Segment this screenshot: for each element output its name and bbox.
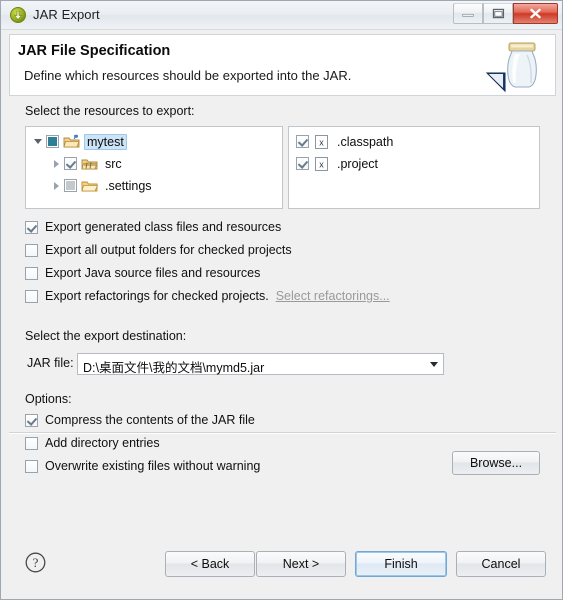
- jar-file-value: D:\桌面文件\我的文档\mymd5.jar: [83, 361, 265, 375]
- close-button[interactable]: [513, 3, 558, 24]
- java-project-icon: [63, 134, 81, 150]
- maximize-button[interactable]: [483, 3, 513, 24]
- select-refactorings-link[interactable]: Select refactorings...: [276, 289, 390, 303]
- option-label: Add directory entries: [45, 436, 160, 450]
- jar-file-label: JAR file:: [27, 356, 74, 370]
- option-label: Export generated class files and resourc…: [45, 220, 282, 234]
- dialog-body: Select the resources to export: mytest s…: [1, 97, 562, 529]
- tree-item-label: mytest: [84, 133, 127, 150]
- option-export-generated-class-files[interactable]: Export generated class files and resourc…: [25, 217, 281, 237]
- expand-twisty-icon[interactable]: [50, 153, 64, 174]
- tree-item-label: .settings: [105, 178, 152, 193]
- option-checkbox[interactable]: [25, 266, 38, 280]
- page-title: JAR File Specification: [18, 43, 171, 59]
- svg-text:?: ?: [33, 555, 39, 570]
- tree-item-settings[interactable]: .settings: [50, 175, 155, 196]
- option-label: Export all output folders for checked pr…: [45, 243, 292, 257]
- file-checkbox[interactable]: [296, 135, 309, 148]
- window-title: JAR Export: [33, 7, 100, 22]
- file-checkbox[interactable]: [296, 157, 309, 170]
- minimize-button[interactable]: [453, 3, 483, 24]
- options-label: Options:: [25, 392, 72, 406]
- option-checkbox[interactable]: [25, 413, 38, 427]
- back-button[interactable]: < Back: [165, 551, 255, 577]
- file-item-label: .classpath: [337, 134, 394, 149]
- footer-separator: [9, 432, 556, 434]
- resource-tree[interactable]: mytest src .settings: [25, 126, 283, 209]
- xml-file-icon: x: [313, 134, 331, 150]
- finish-button[interactable]: Finish: [355, 551, 447, 577]
- option-overwrite-existing-files[interactable]: Overwrite existing files without warning: [25, 456, 260, 476]
- help-icon[interactable]: ?: [25, 552, 46, 573]
- jar-export-icon: [10, 7, 26, 23]
- tree-item-src[interactable]: src: [50, 153, 125, 174]
- tree-checkbox[interactable]: [64, 179, 77, 192]
- option-export-all-output-folders[interactable]: Export all output folders for checked pr…: [25, 240, 292, 260]
- tree-item-label: src: [105, 156, 122, 171]
- option-checkbox[interactable]: [25, 243, 38, 257]
- browse-button[interactable]: Browse...: [452, 451, 540, 475]
- option-checkbox[interactable]: [25, 289, 38, 303]
- option-compress-contents[interactable]: Compress the contents of the JAR file: [25, 410, 255, 430]
- expand-twisty-icon[interactable]: [32, 131, 46, 152]
- option-export-refactorings[interactable]: Export refactorings for checked projects…: [25, 286, 390, 306]
- destination-label: Select the export destination:: [25, 329, 187, 343]
- tree-checkbox[interactable]: [46, 135, 59, 148]
- option-checkbox[interactable]: [25, 436, 38, 450]
- resource-file-list[interactable]: x .classpath x .project: [288, 126, 540, 209]
- next-button[interactable]: Next >: [256, 551, 346, 577]
- wizard-header: JAR File Specification Define which reso…: [9, 34, 556, 96]
- option-checkbox[interactable]: [25, 220, 38, 234]
- chevron-down-icon[interactable]: [425, 354, 443, 374]
- file-item-classpath[interactable]: x .classpath: [296, 131, 396, 152]
- option-checkbox[interactable]: [25, 459, 38, 473]
- file-item-project[interactable]: x .project: [296, 153, 381, 174]
- tree-item-mytest[interactable]: mytest: [32, 131, 127, 152]
- svg-text:x: x: [319, 159, 324, 169]
- option-label: Overwrite existing files without warning: [45, 459, 261, 473]
- option-add-directory-entries[interactable]: Add directory entries: [25, 433, 160, 453]
- title-bar: JAR Export: [1, 1, 562, 30]
- resources-label: Select the resources to export:: [25, 104, 195, 118]
- file-item-label: .project: [337, 156, 378, 171]
- maximize-icon: [492, 8, 505, 19]
- folder-icon: [81, 178, 99, 194]
- tree-checkbox[interactable]: [64, 157, 77, 170]
- cancel-button[interactable]: Cancel: [456, 551, 546, 577]
- page-description: Define which resources should be exporte…: [24, 68, 352, 83]
- xml-file-icon: x: [313, 156, 331, 172]
- minimize-icon: [462, 13, 474, 17]
- down-arrow-glyph: [14, 10, 22, 20]
- jar-export-dialog: JAR Export JAR File Specification Define…: [0, 0, 563, 600]
- source-folder-icon: [81, 156, 99, 172]
- option-export-java-source-files[interactable]: Export Java source files and resources: [25, 263, 260, 283]
- option-label: Export refactorings for checked projects…: [45, 289, 269, 303]
- jar-file-combo[interactable]: D:\桌面文件\我的文档\mymd5.jar: [77, 353, 444, 375]
- close-icon: [530, 8, 541, 19]
- option-label: Export Java source files and resources: [45, 266, 261, 280]
- jar-jar-icon: [485, 42, 537, 93]
- svg-text:x: x: [319, 137, 324, 147]
- option-label: Compress the contents of the JAR file: [45, 413, 255, 427]
- expand-twisty-icon[interactable]: [50, 175, 64, 196]
